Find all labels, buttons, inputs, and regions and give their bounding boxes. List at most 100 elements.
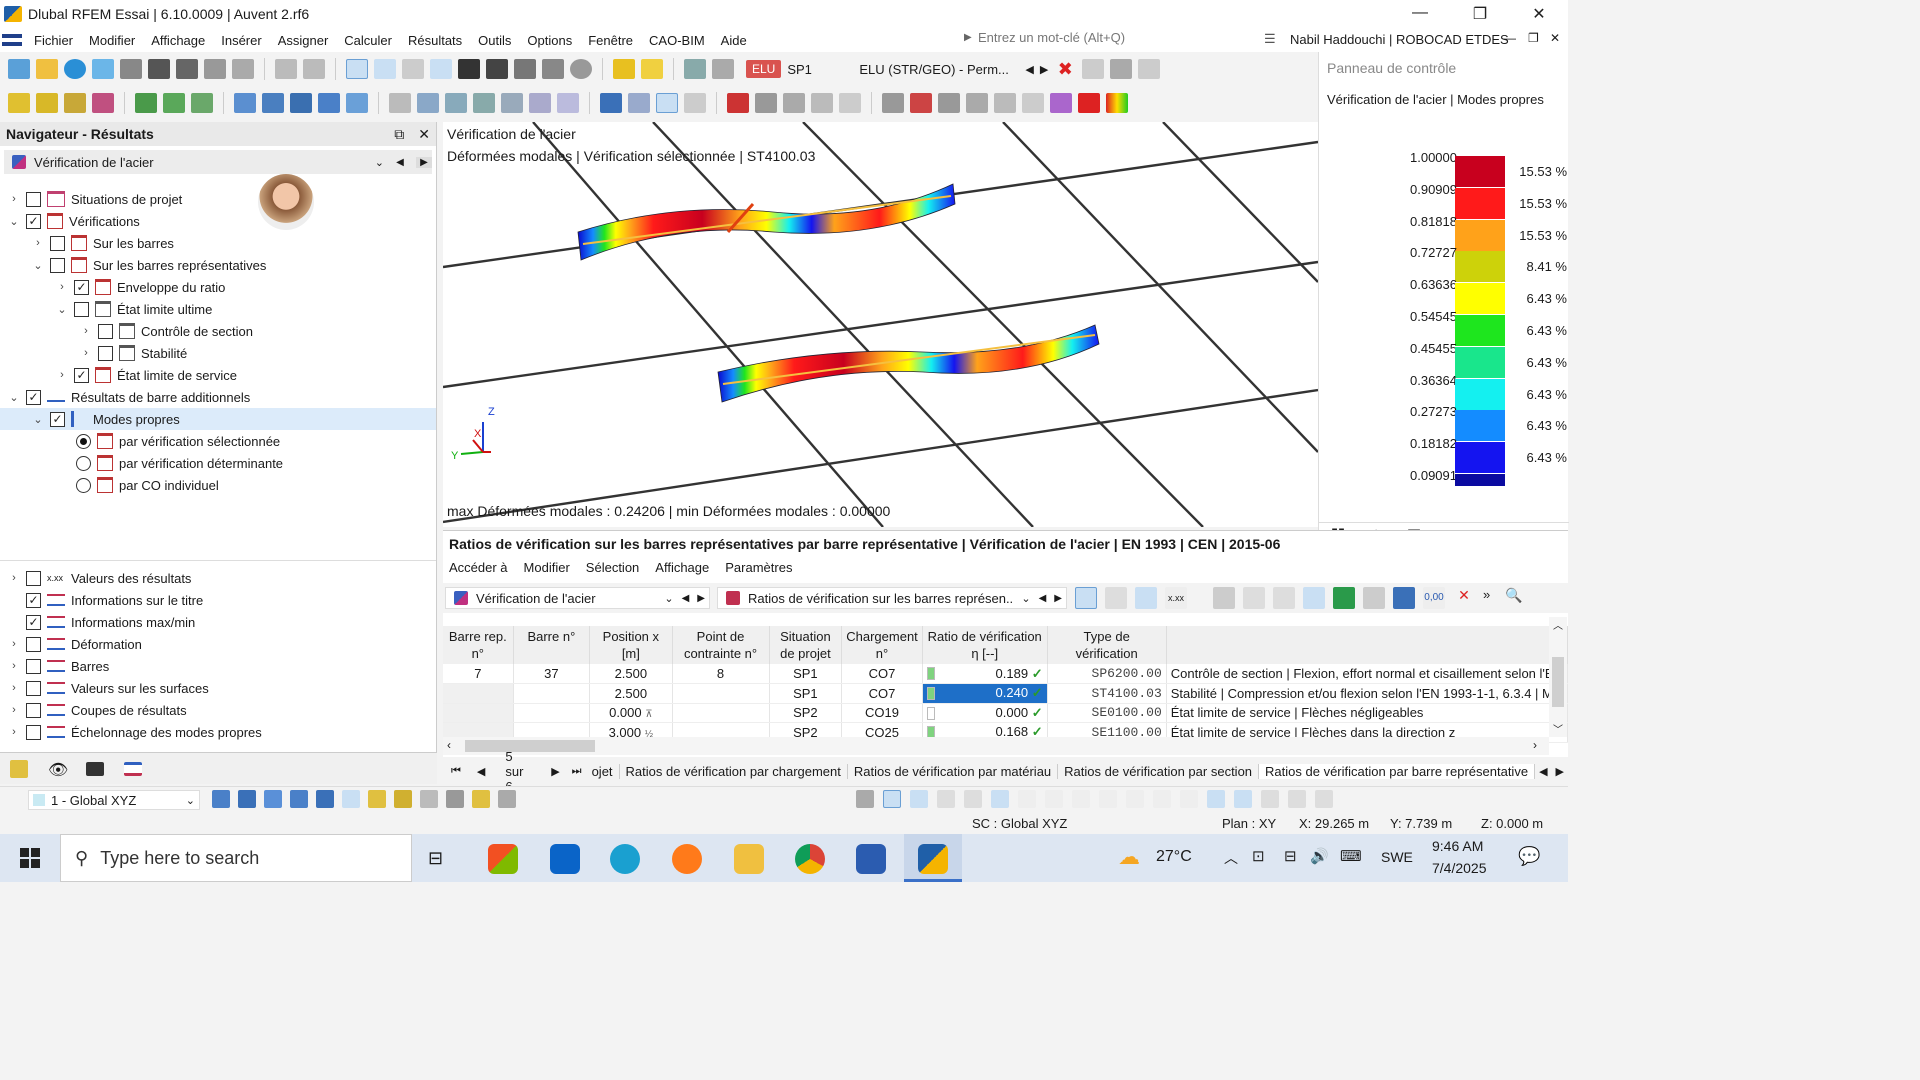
load-3-icon[interactable] [445,93,467,113]
network-icon[interactable]: ⊟ [1284,847,1297,865]
pin-icon[interactable] [1078,93,1100,113]
delete-results-icon[interactable]: ✖ [1054,59,1076,79]
load-case-label[interactable]: SP1 [787,62,847,77]
chevron-down-icon[interactable]: ⌄ [8,215,20,228]
layer-2-icon[interactable] [1315,790,1333,808]
chrome-icon[interactable] [795,844,825,874]
chevron-right-icon[interactable]: › [80,347,92,359]
chevron-right-icon[interactable]: › [8,726,20,738]
col-barre[interactable]: Barre n° [513,626,591,664]
col-barre-rep[interactable]: Barre rep. n° [443,626,514,664]
vertical-scrollbar[interactable]: ︿ ﹀ [1549,617,1567,737]
checkbox[interactable]: ✓ [26,592,41,608]
menu-outils[interactable]: Outils [470,33,519,48]
radio-selected[interactable] [76,433,91,449]
deformation-icon[interactable] [727,93,749,113]
snap-icon[interactable] [212,790,230,808]
tree-item-barres-rep[interactable]: ⌄ Sur les barres représentatives [32,254,266,276]
section-view-icon[interactable] [656,93,678,113]
last-page-icon[interactable]: ⏭ [568,765,586,778]
open-file-icon[interactable] [36,59,58,79]
menu-calculer[interactable]: Calculer [336,33,400,48]
circle-snap-2-icon[interactable] [1099,790,1117,808]
radio[interactable] [76,455,91,471]
tree-item-surfaces[interactable]: › Valeurs sur les surfaces [8,677,209,699]
redo-icon[interactable] [303,59,325,79]
table-menu-acceder[interactable]: Accéder à [449,560,508,575]
axis-icon[interactable] [402,59,424,79]
tree-item-coupes[interactable]: › Coupes de résultats [8,699,187,721]
checkbox[interactable]: ✓ [50,411,65,427]
col-situation[interactable]: Situation de projet [769,626,843,664]
cell-situation[interactable]: SP1 [769,683,843,704]
support-3-icon[interactable] [191,93,213,113]
lines-6-icon[interactable] [1022,93,1044,113]
tree-item-info-titre[interactable]: ✓ Informations sur le titre [8,589,203,611]
cell-position[interactable]: 0.000 ⊼ [589,703,673,723]
shape-icon[interactable] [755,93,777,113]
tree-item-echelonnage[interactable]: › Échelonnage des modes propres [8,721,262,743]
cell-point[interactable] [672,703,770,723]
tree-item-controle-section[interactable]: › Contrôle de section [80,320,253,342]
checkbox[interactable] [50,235,65,251]
columns-icon[interactable] [1303,587,1325,609]
tree-item-sur-barres[interactable]: › Sur les barres [32,232,174,254]
taskbar-search[interactable]: ⚲ Type here to search [60,834,412,882]
filter-icon[interactable] [1393,587,1415,609]
table-row[interactable]: 7 37 2.500 8 SP1 CO7 0.189 ✓ SP6200.00 C… [443,664,1569,684]
load-5-icon[interactable] [501,93,523,113]
tray-chevron-up-icon[interactable]: ︿ [1224,848,1238,868]
load-6-icon[interactable] [529,93,551,113]
camera-icon[interactable]: ⊡ [1252,847,1265,865]
cell-point[interactable]: 8 [672,664,770,684]
results-down-icon[interactable] [712,59,734,79]
menu-options[interactable]: Options [519,33,580,48]
lines-icon[interactable] [882,93,904,113]
tab-par-section[interactable]: Ratios de vérification par section [1058,763,1260,779]
tab-par-materiau[interactable]: Ratios de vérification par matériau [848,763,1059,779]
cell-rep[interactable] [443,703,514,723]
tree-item-deformation[interactable]: › Déformation [8,633,142,655]
snap-2-icon[interactable] [238,790,256,808]
checkbox[interactable] [26,680,41,696]
tree-item-resultats-barre[interactable]: ⌄ ✓ Résultats de barre additionnels [8,386,250,408]
next-arrow-icon[interactable]: ▶ [697,593,705,604]
chevron-right-icon[interactable]: › [8,193,20,205]
volume-icon[interactable]: 🔊 [1310,847,1329,865]
tree-item-elu[interactable]: ⌄ État limite ultime [56,298,212,320]
notification-icon[interactable]: 💬 [1518,846,1540,867]
weather-icon[interactable]: ☁ [1118,844,1140,870]
load-icon[interactable] [389,93,411,113]
layer-icon[interactable] [1261,790,1279,808]
cell-barre[interactable] [513,703,591,723]
load-7-icon[interactable] [557,93,579,113]
table-menu-affichage[interactable]: Affichage [655,560,709,575]
chevron-down-icon[interactable]: ⌄ [32,413,44,426]
menu-cao-bim[interactable]: CAO-BIM [641,33,713,48]
app-menu-icon[interactable] [2,34,22,46]
support-2-icon[interactable] [163,93,185,113]
dock-icon[interactable]: ⧉ [394,126,404,142]
tree-item-els[interactable]: › ✓ État limite de service [56,364,237,386]
model-icon[interactable] [92,59,114,79]
member-icon[interactable] [64,93,86,113]
prev-arrow-icon[interactable]: ◀ [1039,593,1047,604]
checkbox[interactable] [26,570,41,586]
line-snap-2-icon[interactable] [1045,790,1063,808]
layers-icon[interactable] [514,59,536,79]
grid-2-icon[interactable] [1234,790,1252,808]
diagram-icon[interactable] [628,93,650,113]
tree-item-par-verif-sel[interactable]: par vérification sélectionnée [76,430,280,452]
radio[interactable] [76,477,91,493]
results-up-icon[interactable] [684,59,706,79]
data-tab-icon[interactable] [10,759,28,778]
cell-rep[interactable] [443,683,514,704]
print-preview-icon[interactable] [120,59,142,79]
cell-ratio-selected[interactable]: 0.240 ✓ [922,683,1048,704]
menu-modifier[interactable]: Modifier [81,33,143,48]
tree-item-valeurs[interactable]: › x.xx Valeurs des résultats [8,567,191,589]
line-icon[interactable] [36,93,58,113]
table-menu-parametres[interactable]: Paramètres [725,560,792,575]
dim-icon[interactable] [368,790,386,808]
clear-filter-icon[interactable]: ✕ [1453,587,1475,609]
